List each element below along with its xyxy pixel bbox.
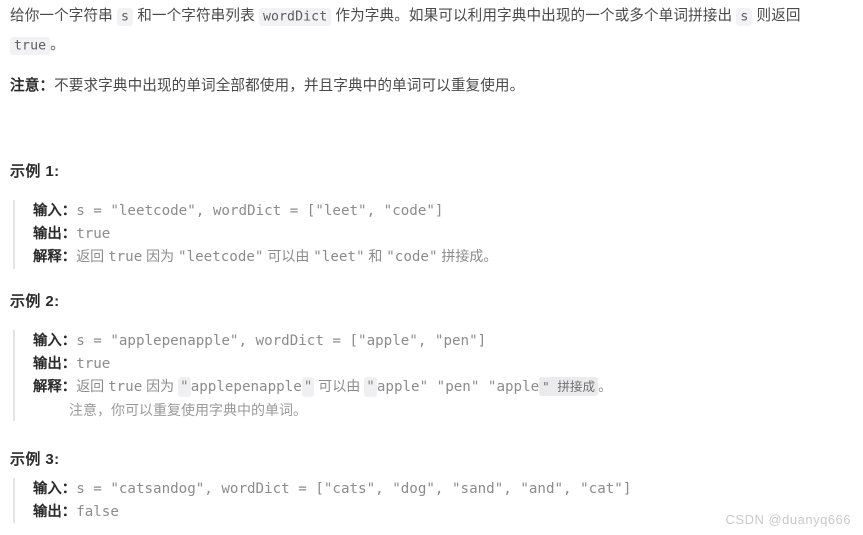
- inline-code-s: s: [117, 7, 134, 26]
- explain-run-8: apple" "pen" "apple: [376, 379, 540, 395]
- example-1-input-label: 输入：: [33, 203, 77, 219]
- problem-description-page: 给你一个字符串 s 和一个字符串列表 wordDict 作为字典。如果可以利用字…: [0, 0, 863, 535]
- explain-run-6: 可以由: [314, 378, 365, 394]
- example-2-sub-note: 注意，你可以重复使用字典中的单词。: [69, 401, 307, 418]
- explain-run-0: 返回: [76, 378, 109, 394]
- intro-text-3: 作为字典。如果可以利用字典中出现的一个或多个单词拼接出: [331, 8, 737, 24]
- explain-run-5: "leet": [313, 249, 365, 265]
- example-2-input-value: s = "applepenapple", wordDict = ["apple"…: [76, 333, 487, 349]
- example-3-input-line: 输入：s = "catsandog", wordDict = ["cats", …: [33, 478, 631, 501]
- inline-code-worddict: wordDict: [258, 7, 332, 26]
- explain-run-2: 因为: [142, 248, 179, 264]
- example-1-explain-line: 解释：返回 true 因为 "leetcode" 可以由 "leet" 和 "c…: [33, 245, 497, 269]
- example-2-input-label: 输入：: [33, 333, 77, 349]
- example-2-output-label: 输出：: [33, 355, 77, 372]
- note-text: 不要求字典中出现的单词全部都使用，并且字典中的单词可以重复使用。: [54, 78, 525, 94]
- example-2-block: 输入：s = "applepenapple", wordDict = ["app…: [13, 330, 612, 421]
- example-1-explain-value: 返回 true 因为 "leetcode" 可以由 "leet" 和 "code…: [76, 248, 498, 265]
- example-1-input-value: s = "leetcode", wordDict = ["leet", "cod…: [76, 203, 444, 219]
- explain-run-4: applepenapple: [190, 379, 302, 395]
- explain-run-4: 可以由: [263, 248, 314, 264]
- example-3-heading: 示例 3:: [10, 451, 60, 468]
- explain-run-8: 拼接成。: [437, 248, 498, 264]
- inline-code-true: true: [10, 36, 51, 55]
- note-paragraph: 注意：不要求字典中出现的单词全部都使用，并且字典中的单词可以重复使用。: [10, 72, 855, 100]
- explain-run-3: "leetcode": [178, 249, 264, 265]
- intro-text-5: 。: [50, 37, 65, 53]
- csdn-watermark: CSDN @duanyq666: [725, 512, 851, 527]
- intro-text-4: 则返回: [752, 8, 801, 24]
- note-label: 注意：: [10, 78, 55, 94]
- example-1-output-line: 输出：true: [33, 223, 497, 246]
- explain-run-7: ": [364, 377, 377, 397]
- example-3-output-value: false: [76, 503, 119, 520]
- explain-run-9: " 拼接成: [539, 377, 599, 396]
- example-2-explain-label: 解释：: [33, 379, 77, 395]
- example-2-input-line: 输入：s = "applepenapple", wordDict = ["app…: [33, 330, 612, 353]
- intro-text-2: 和一个字符串列表: [133, 8, 259, 24]
- explain-run-0: 返回: [76, 248, 109, 264]
- example-2-heading: 示例 2:: [10, 293, 60, 310]
- example-2-output-line: 输出：true: [33, 353, 612, 376]
- explain-run-1: true: [108, 249, 143, 265]
- explain-run-3: ": [178, 377, 191, 397]
- example-2-output-value: true: [76, 355, 111, 372]
- example-2-explain-value: 返回 true 因为 " applepenapple " 可以由 " apple" "…: [76, 377, 613, 397]
- intro-paragraph: 给你一个字符串 s 和一个字符串列表 wordDict 作为字典。如果可以利用字…: [10, 2, 855, 60]
- example-1-input-line: 输入：s = "leetcode", wordDict = ["leet", "…: [33, 200, 497, 223]
- example-2-explain-line: 解释：返回 true 因为 " applepenapple " 可以由 " apple…: [33, 375, 612, 399]
- example-1-block: 输入：s = "leetcode", wordDict = ["leet", "…: [13, 200, 497, 269]
- intro-text-1: 给你一个字符串: [10, 8, 118, 24]
- explain-run-7: "code": [386, 249, 438, 265]
- example-1-output-label: 输出：: [33, 225, 77, 242]
- example-3-output-label: 输出：: [33, 503, 77, 520]
- explain-run-1: true: [108, 379, 143, 395]
- explain-run-2: 因为: [142, 378, 179, 394]
- example-1-explain-label: 解释：: [33, 249, 77, 265]
- example-1-heading: 示例 1:: [10, 163, 60, 180]
- explain-run-5: ": [301, 377, 315, 397]
- example-3-input-label: 输入：: [33, 481, 77, 497]
- example-3-block: 输入：s = "catsandog", wordDict = ["cats", …: [13, 478, 631, 523]
- example-3-input-value: s = "catsandog", wordDict = ["cats", "do…: [76, 481, 632, 497]
- example-1-output-value: true: [76, 225, 111, 242]
- explain-run-6: 和: [364, 248, 387, 264]
- inline-code-s-2: s: [736, 7, 753, 26]
- example-3-output-line: 输出：false: [33, 501, 631, 524]
- explain-run-10: 。: [598, 378, 613, 394]
